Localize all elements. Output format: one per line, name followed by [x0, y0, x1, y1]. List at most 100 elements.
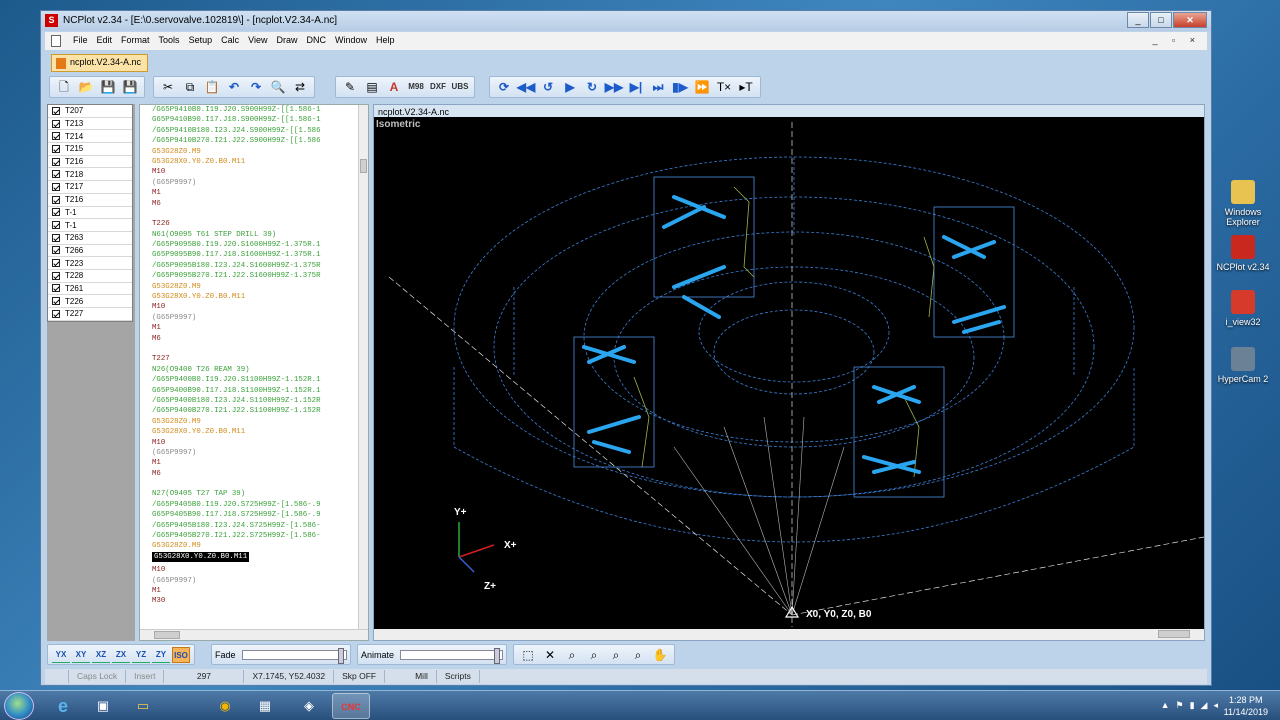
view-zy-button[interactable]: ZY — [152, 647, 170, 663]
zoom-in-icon[interactable]: ⌕ — [562, 646, 582, 664]
code-line[interactable]: N27(O9405 T27 TAP 39) — [152, 489, 358, 499]
step-back-icon[interactable]: ↺ — [538, 78, 558, 96]
menu-setup[interactable]: Setup — [189, 35, 213, 45]
checkbox-icon[interactable] — [52, 233, 60, 242]
tx-icon[interactable]: T× — [714, 78, 734, 96]
checkbox-icon[interactable] — [52, 284, 60, 293]
tab-ncplot-file[interactable]: ncplot.V2.34-A.nc — [51, 54, 149, 72]
code-line[interactable]: (G65P9997) — [152, 313, 358, 323]
code-line[interactable]: (G65P9997) — [152, 178, 358, 188]
rewind-icon[interactable]: ◀◀ — [516, 78, 536, 96]
checkbox-icon[interactable] — [52, 195, 60, 204]
code-line[interactable]: G53G28X0.Y0.Z0.B0.M11 — [152, 551, 250, 563]
tool-row[interactable]: T227 — [48, 308, 132, 321]
checkbox-icon[interactable] — [52, 297, 60, 306]
checkbox-icon[interactable] — [52, 221, 60, 230]
checkbox-icon[interactable] — [52, 271, 60, 280]
tool-row[interactable]: T261 — [48, 283, 132, 296]
status-scripts[interactable]: Scripts — [437, 670, 480, 683]
clock[interactable]: 1:28 PM 11/14/2019 — [1224, 694, 1268, 718]
maximize-button[interactable]: □ — [1150, 12, 1172, 28]
menu-calc[interactable]: Calc — [221, 35, 239, 45]
open-icon[interactable]: 📂 — [76, 78, 96, 96]
code-line[interactable]: G65P9095B90.I17.J18.S1600H99Z-1.375R.1 — [152, 250, 358, 260]
menu-tools[interactable]: Tools — [159, 35, 180, 45]
code-line[interactable]: /G65P9410B270.I21.J22.S900H99Z-[[1.586 — [152, 136, 358, 146]
step-forward-icon[interactable]: ▶▶ — [604, 78, 624, 96]
menu-edit[interactable]: Edit — [97, 35, 113, 45]
code-lines[interactable]: /G65P9410B0.I19.J20.S900H99Z-[[1.586-1 G6… — [152, 105, 358, 607]
new-icon[interactable]: 🗋 — [54, 78, 74, 96]
scroll-thumb[interactable] — [1158, 630, 1190, 638]
code-line[interactable]: N26(O9400 T26 REAM 39) — [152, 365, 358, 375]
tool-row[interactable]: T263 — [48, 232, 132, 245]
checkbox-icon[interactable] — [52, 119, 60, 128]
code-line[interactable]: M30 — [152, 596, 358, 606]
tool-row[interactable]: T-1 — [48, 207, 132, 220]
checkbox-icon[interactable] — [52, 208, 60, 217]
code-line[interactable]: /G65P9095B270.I21.J22.S1600H99Z-1.375R — [152, 271, 358, 281]
code-line[interactable]: T226 — [152, 219, 358, 229]
menu-format[interactable]: Format — [121, 35, 150, 45]
checkbox-icon[interactable] — [52, 157, 60, 166]
code-editor[interactable]: /G65P9410B0.I19.J20.S900H99Z-[[1.586-1 G6… — [139, 104, 369, 641]
tool-row[interactable]: T226 — [48, 295, 132, 308]
fade-slider[interactable] — [241, 647, 347, 664]
code-line[interactable]: /G65P9400B270.I21.J22.S1100H99Z-1.152R — [152, 406, 358, 416]
code-line[interactable]: G65P9400B90.I17.J18.S1100H99Z-1.152R.1 — [152, 386, 358, 396]
code-line[interactable]: T227 — [152, 354, 358, 364]
replace-icon[interactable]: ⇄ — [290, 78, 310, 96]
code-line[interactable]: /G65P9405B0.I19.J20.S725H99Z-[1.586-.9 — [152, 500, 358, 510]
undo-icon[interactable]: ↶ — [224, 78, 244, 96]
code-line[interactable]: (G65P9997) — [152, 448, 358, 458]
code-line[interactable]: M10 — [152, 565, 358, 575]
scroll-thumb[interactable] — [154, 631, 180, 639]
tool-row[interactable]: T217 — [48, 181, 132, 194]
code-line[interactable] — [152, 344, 358, 354]
desktop-icon-ncplot[interactable]: NCPlot v2.34 — [1215, 235, 1271, 272]
taskbar-hypercam-icon[interactable]: ◈ — [290, 693, 328, 719]
code-line[interactable]: M10 — [152, 438, 358, 448]
tool-row[interactable]: T214 — [48, 130, 132, 144]
checkbox-icon[interactable] — [52, 246, 60, 255]
taskbar-ncplot-icon[interactable]: CNC — [332, 693, 370, 719]
tool-row[interactable]: T215 — [48, 143, 132, 156]
taskbar-ie-icon[interactable]: e — [44, 693, 82, 719]
pause-icon[interactable]: ▮▶ — [670, 78, 690, 96]
dxf-button[interactable]: DXF — [428, 78, 448, 96]
checkbox-icon[interactable] — [52, 170, 60, 179]
code-line[interactable]: G53G28Z0.M9 — [152, 417, 358, 427]
code-line[interactable]: G53G28Z0.M9 — [152, 541, 358, 551]
paste-icon[interactable]: 📋 — [202, 78, 222, 96]
plot-canvas[interactable]: Y+ X+ Z+ X0, Y0, Z0, B0 Isometric — [374, 117, 1204, 629]
plot-horizontal-scrollbar[interactable] — [374, 629, 1204, 640]
code-line[interactable]: G53G28Z0.M9 — [152, 282, 358, 292]
code-line[interactable]: M6 — [152, 469, 358, 479]
code-line[interactable] — [152, 479, 358, 489]
taskbar-folder-icon[interactable]: ▭ — [124, 693, 162, 719]
zoom-all-icon[interactable]: ⌕ — [628, 646, 648, 664]
tool-row[interactable]: T216 — [48, 156, 132, 169]
desktop-icon-windows-explorer[interactable]: Windows Explorer — [1215, 180, 1271, 227]
tool-row[interactable]: T228 — [48, 270, 132, 283]
menu-draw[interactable]: Draw — [276, 35, 297, 45]
code-line[interactable]: N61(O9095 T61 STEP DRILL 39) — [152, 230, 358, 240]
m98-button[interactable]: M98 — [406, 78, 426, 96]
view-xz-button[interactable]: XZ — [92, 647, 110, 663]
refresh-icon[interactable]: ⟳ — [494, 78, 514, 96]
taskbar-calculator-icon[interactable]: ▦ — [246, 693, 284, 719]
view-yx-button[interactable]: YX — [52, 647, 70, 663]
view-xy-button[interactable]: XY — [72, 647, 90, 663]
menu-window[interactable]: Window — [335, 35, 367, 45]
code-line[interactable] — [152, 209, 358, 219]
code-line[interactable]: G53G28X0.Y0.Z0.B0.M11 — [152, 157, 358, 167]
taskbar-media-icon[interactable]: ▣ — [84, 693, 122, 719]
desktop-icon-iview[interactable]: i_view32 — [1215, 290, 1271, 327]
tx-next-icon[interactable]: ▸T — [736, 78, 756, 96]
save-all-icon[interactable]: 💾 — [120, 78, 140, 96]
code-line[interactable]: M10 — [152, 167, 358, 177]
tool-row[interactable]: T266 — [48, 245, 132, 258]
tool-row[interactable]: T207 — [48, 105, 132, 118]
code-line[interactable]: /G65P9410B180.I23.J24.S900H99Z-[[1.586 — [152, 126, 358, 136]
checkbox-icon[interactable] — [52, 144, 60, 153]
